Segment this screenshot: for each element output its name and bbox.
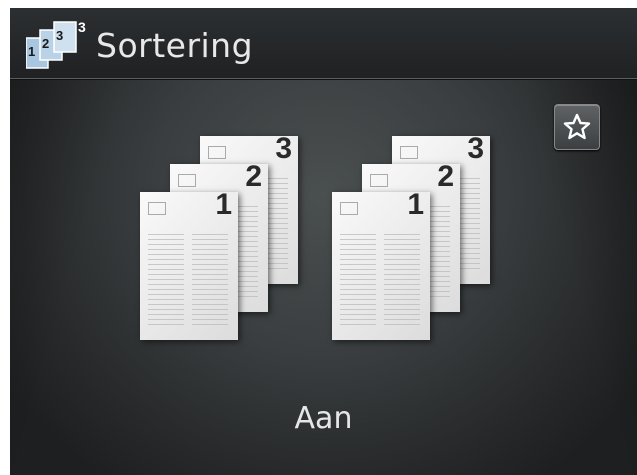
page-number: 1 (407, 188, 424, 221)
page-sheet: 1 (332, 188, 430, 340)
collated-stack-right: 3 2 1 (330, 126, 505, 356)
page-title: Sortering (96, 26, 254, 65)
header-bar: 1 2 3 3 Sortering (10, 8, 637, 79)
svg-text:3: 3 (56, 28, 63, 43)
hp-logo-icon (208, 146, 226, 159)
svg-text:1: 1 (28, 44, 35, 59)
page-number: 3 (275, 132, 292, 165)
svg-text:2: 2 (42, 36, 49, 51)
svg-text:3: 3 (78, 19, 86, 35)
favorite-button[interactable] (554, 104, 600, 150)
hp-logo-icon (370, 174, 388, 187)
hp-logo-icon (178, 174, 196, 187)
page-number: 3 (467, 132, 484, 165)
setting-value[interactable]: Aan (10, 401, 637, 436)
collated-stack-left: 3 2 1 (138, 126, 313, 356)
hp-logo-icon (340, 202, 358, 215)
page-number: 1 (215, 188, 232, 221)
page-number: 2 (437, 160, 454, 193)
hp-logo-icon (400, 146, 418, 159)
hp-logo-icon (148, 202, 166, 215)
star-icon (563, 113, 591, 140)
page-sheet: 1 (140, 188, 238, 340)
display-screen: 1 2 3 3 Sortering 3 2 1 3 2 1 Aan (10, 8, 637, 475)
collate-icon: 1 2 3 3 (26, 19, 86, 69)
page-number: 2 (245, 160, 262, 193)
